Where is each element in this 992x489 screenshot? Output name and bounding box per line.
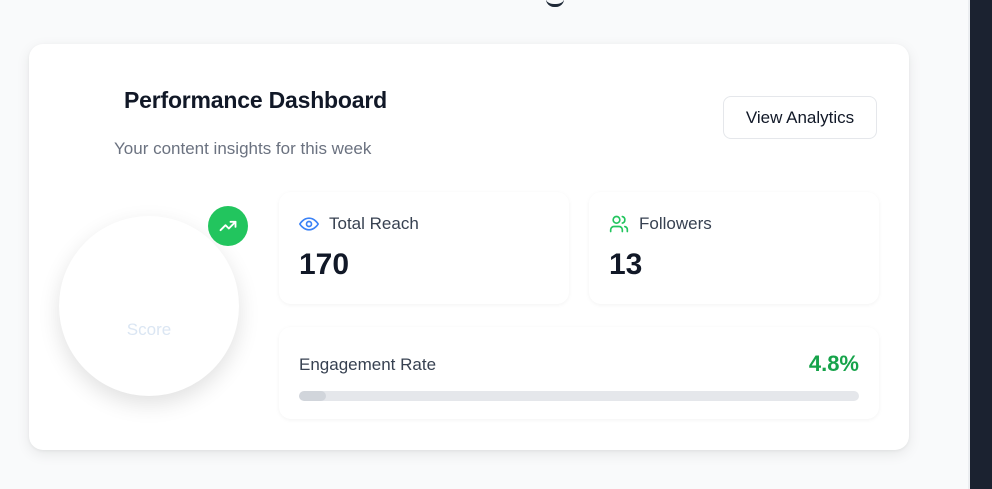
page-title: Performance Dashboard <box>124 87 387 113</box>
total-reach-label: Total Reach <box>329 214 419 233</box>
users-icon <box>609 214 629 234</box>
eye-icon <box>299 214 319 234</box>
page-subtitle: Your content insights for this week <box>114 139 372 158</box>
view-analytics-button[interactable]: View Analytics <box>723 96 877 139</box>
total-reach-card: Total Reach 170 <box>279 192 569 304</box>
dashboard-card: Performance Dashboard Your content insig… <box>29 44 909 450</box>
total-reach-value: 170 <box>299 248 350 281</box>
followers-card: Followers 13 <box>589 192 879 304</box>
page: Performance Dashboard Your content insig… <box>0 0 992 489</box>
trending-up-icon <box>208 206 248 246</box>
followers-value: 13 <box>609 248 643 281</box>
followers-label: Followers <box>639 214 712 233</box>
engagement-progress-bar <box>299 391 859 401</box>
total-reach-header: Total Reach <box>299 214 419 234</box>
engagement-rate-value: 4.8% <box>808 351 859 376</box>
engagement-progress-fill <box>299 391 326 401</box>
partial-heading-fragment <box>546 0 564 7</box>
score-circle: Score <box>59 216 239 396</box>
engagement-rate-label: Engagement Rate <box>299 355 437 374</box>
score-label: Score <box>126 320 172 339</box>
right-sidebar-edge <box>970 0 992 489</box>
engagement-rate-card: Engagement Rate 4.8% <box>279 327 879 419</box>
followers-header: Followers <box>609 214 712 234</box>
